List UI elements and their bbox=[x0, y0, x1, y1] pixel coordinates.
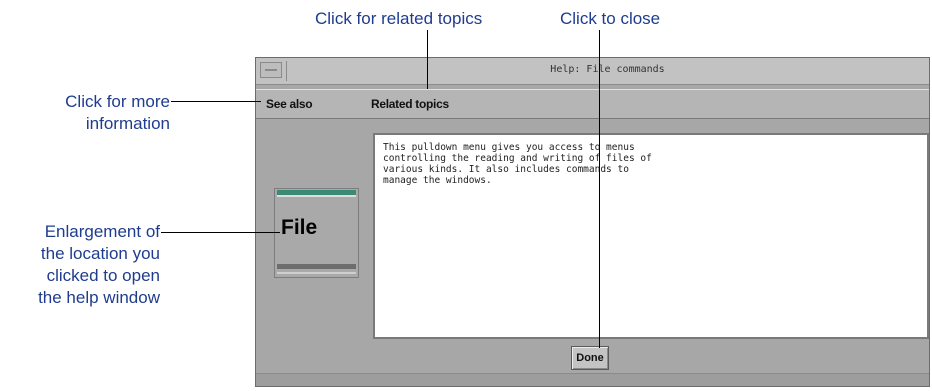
enlargement-bottom-bar bbox=[277, 264, 356, 269]
leader-line-enlargement bbox=[161, 232, 280, 233]
enlargement-highlight bbox=[277, 195, 356, 197]
callout-more-info: Click for more information bbox=[65, 91, 170, 135]
window-title: Help: File commands bbox=[550, 64, 665, 75]
menubar: See also Related topics bbox=[256, 89, 929, 119]
leader-line-close bbox=[599, 30, 600, 348]
menu-related-topics[interactable]: Related topics bbox=[371, 97, 449, 111]
callout-enlargement-line3: clicked to open bbox=[46, 266, 160, 285]
leader-line-related-topics bbox=[427, 30, 428, 89]
callout-close: Click to close bbox=[560, 9, 661, 28]
window-titlebar[interactable]: Help: File commands bbox=[256, 58, 929, 85]
window-bottom-edge bbox=[256, 373, 929, 386]
callout-more-info-line2: information bbox=[85, 114, 170, 133]
callout-more-info-line1: Click for more bbox=[65, 92, 170, 111]
menu-see-also[interactable]: See also bbox=[266, 97, 313, 111]
enlargement-bottom-highlight bbox=[277, 272, 356, 274]
location-enlargement: File bbox=[274, 188, 359, 278]
help-window: Help: File commands See also Related top… bbox=[255, 57, 930, 387]
help-text-area[interactable]: This pulldown menu gives you access to m… bbox=[373, 133, 929, 339]
callout-related-topics: Click for related topics bbox=[315, 9, 483, 28]
enlargement-label: File bbox=[281, 216, 318, 239]
callout-enlargement-line4: the help window bbox=[38, 288, 160, 307]
leader-line-more-info bbox=[171, 101, 261, 102]
callout-enlargement-line2: the location you bbox=[40, 244, 160, 263]
titlebar-divider bbox=[286, 61, 287, 81]
callout-enlargement: Enlargement of the location you clicked … bbox=[38, 221, 160, 309]
window-menu-button[interactable] bbox=[260, 62, 282, 78]
done-button[interactable]: Done bbox=[571, 346, 609, 370]
callout-enlargement-line1: Enlargement of bbox=[44, 222, 160, 241]
